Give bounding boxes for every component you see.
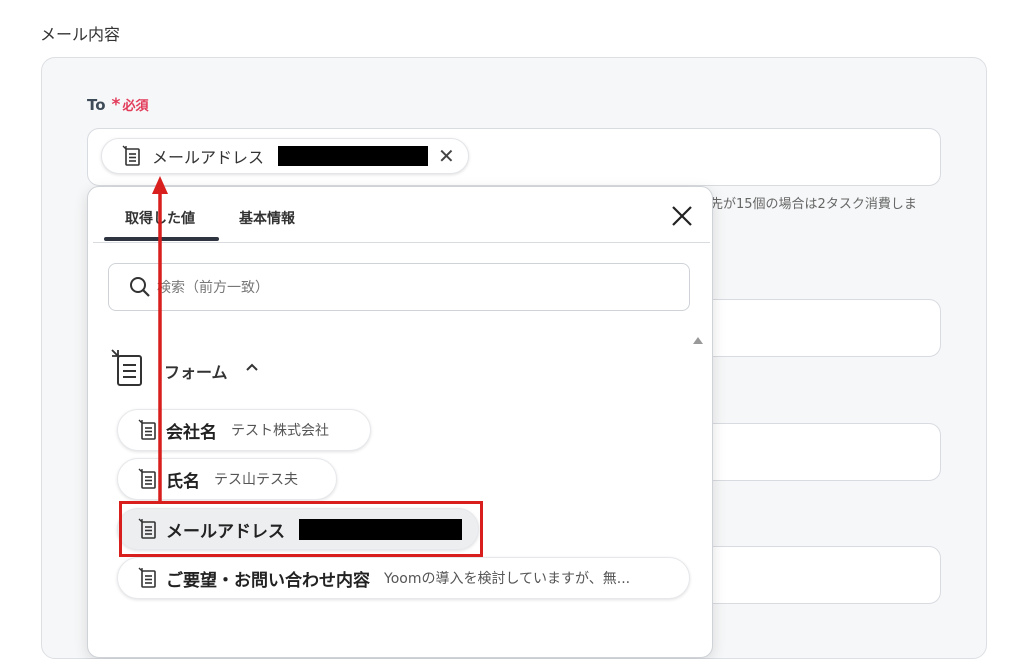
annotation-arrow [152,176,168,501]
